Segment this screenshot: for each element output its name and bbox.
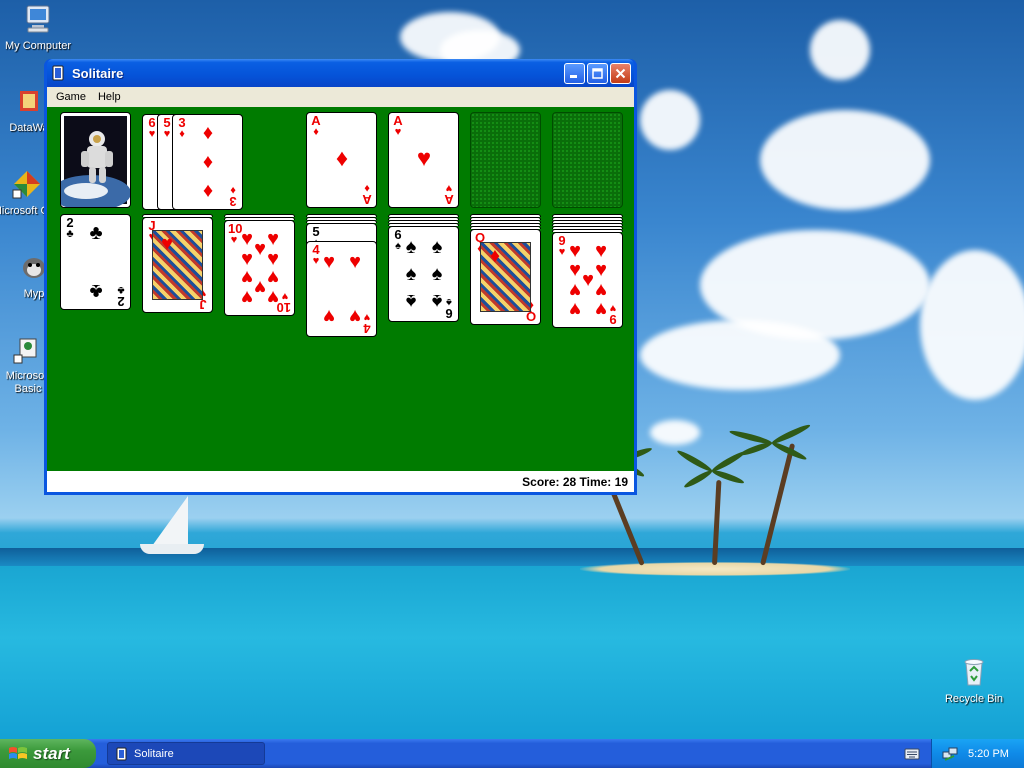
card-pip: ♥ <box>323 305 335 327</box>
card-pip: ♠ <box>431 263 443 285</box>
tableau-card[interactable]: J♥J♥♥ <box>142 217 213 313</box>
tableau-card[interactable]: Q♦Q♦♦ <box>470 229 541 325</box>
card-pip: ♥ <box>161 233 173 255</box>
taskbar-item-solitaire[interactable]: Solitaire <box>107 742 265 765</box>
solitaire-window[interactable]: Solitaire Game Help 6 ♥ 5 ♥ 3 ♦ 3 ♦ ♦ ♦ ♦ A ♦ A ♦ ♦ A ♥ A ♥… <box>44 59 637 495</box>
card-corner: 2 ♣ <box>64 216 76 240</box>
card-pip: ♥ <box>416 145 432 172</box>
card-suit: ♣ <box>117 284 125 296</box>
foundation-pile[interactable]: A ♥ A ♥ ♥ <box>388 112 459 208</box>
card-rank: A <box>444 192 454 207</box>
solitaire-app-icon <box>52 65 64 81</box>
network-icon[interactable] <box>942 746 958 762</box>
menu-game[interactable]: Game <box>50 87 92 107</box>
foundation-pile[interactable]: A ♦ A ♦ ♦ <box>306 112 377 208</box>
card-corner: A ♦ <box>310 114 322 138</box>
foundation-slot[interactable] <box>552 112 623 208</box>
card-pip: ♥ <box>267 286 279 308</box>
window-title: Solitaire <box>72 65 124 81</box>
title-bar[interactable]: Solitaire <box>47 59 634 87</box>
card-pip: ♥ <box>349 251 361 273</box>
card-corner: 2 ♣ <box>115 284 127 309</box>
card-rank: 2 <box>117 294 125 309</box>
card-pip: ♦ <box>335 145 349 172</box>
card-corner: 3 ♦ <box>227 184 239 209</box>
visual-basic-icon <box>13 338 37 364</box>
card-corner: A ♦ <box>361 182 373 207</box>
card-pip: ♠ <box>405 263 417 285</box>
minimize-button[interactable] <box>564 62 585 84</box>
card-suit: ♦ <box>313 126 319 138</box>
start-label: start <box>33 743 70 763</box>
computer-icon <box>26 5 50 33</box>
card-pip: ♥ <box>595 298 607 320</box>
solitaire-app-icon <box>116 747 127 760</box>
card-pip: ♠ <box>405 236 417 258</box>
game-table: 6♥5♥3♦3♦♦♦♦A♦A♦♦A♥A♥♥2♣2♣♣♣J♥J♥♥10♥10♥♥♥… <box>47 107 634 471</box>
card-corner: A ♥ <box>443 182 455 207</box>
card-pip: ♣ <box>89 280 103 302</box>
tableau-card[interactable]: 10 ♥ 10 ♥ ♥ ♥ ♥ ♥ ♥ ♥ ♥ ♥ ♥ ♥ <box>224 220 295 316</box>
start-button[interactable]: start <box>0 739 96 768</box>
card-pip: ♣ <box>89 222 103 244</box>
card-corner: 3 ♦ <box>176 116 188 140</box>
maximize-button[interactable] <box>587 62 608 84</box>
card-suit: ♥ <box>394 126 402 138</box>
tableau-card[interactable]: 6 ♠ 6 ♠ ♠ ♠ ♠ ♠ ♠ ♠ <box>388 226 459 322</box>
close-icon <box>615 68 626 78</box>
status-bar: Score: 28 Time: 19 <box>47 471 634 492</box>
visual-cpp-icon <box>12 171 40 199</box>
windows-logo-icon <box>9 746 27 759</box>
card-pip: ♠ <box>431 290 443 312</box>
card-corner: A ♥ <box>392 114 404 138</box>
desktop-icon-my-computer[interactable]: My Computer <box>1 3 75 53</box>
tableau-card[interactable]: 4 ♥ 4 ♥ ♥ ♥ ♥ ♥ <box>306 241 377 337</box>
card-pip: ♠ <box>431 236 443 258</box>
card-rank: A <box>362 192 372 207</box>
menu-bar: Game Help <box>47 87 634 107</box>
minimize-icon <box>570 74 577 78</box>
stock-pile[interactable] <box>60 112 131 208</box>
playing-card[interactable]: 3 ♦ 3 ♦ ♦ ♦ ♦ <box>172 114 243 210</box>
card-pip: ♦ <box>202 151 214 173</box>
card-suit: ♦ <box>179 128 185 140</box>
close-button[interactable] <box>610 62 631 84</box>
card-rank: 3 <box>229 194 237 209</box>
desktop-icon-label: Recycle Bin <box>944 693 1004 705</box>
taskbar: start Solitaire 5:20 PM <box>0 739 1024 768</box>
maximize-icon <box>592 67 603 79</box>
system-tray: 5:20 PM <box>931 739 1024 768</box>
astronaut-card-back <box>61 116 130 207</box>
score-time-readout: Score: 28 Time: 19 <box>522 475 628 489</box>
card-pip: ♦ <box>202 180 214 202</box>
card-pip: ♥ <box>595 240 607 262</box>
desktop-icon-recycle-bin[interactable]: Recycle Bin <box>937 656 1011 706</box>
taskbar-item-label: Solitaire <box>134 747 174 760</box>
card-pip: ♠ <box>405 290 417 312</box>
app-shortcut-icon <box>20 91 38 111</box>
card-pip: ♥ <box>569 298 581 320</box>
keyboard-icon[interactable] <box>904 747 920 761</box>
menu-help[interactable]: Help <box>92 87 127 107</box>
card-pip: ♦ <box>202 122 214 144</box>
foundation-slot[interactable] <box>470 112 541 208</box>
card-suit: ♣ <box>66 228 74 240</box>
card-pip: ♥ <box>569 240 581 262</box>
tableau-card[interactable]: 9 ♥ 9 ♥ ♥ ♥ ♥ ♥ ♥ ♥ ♥ ♥ ♥ <box>552 232 623 328</box>
recycle-bin-icon <box>964 659 984 686</box>
tableau-card[interactable]: 2 ♣ 2 ♣ ♣ ♣ <box>60 214 131 310</box>
card-pip: ♥ <box>241 286 253 308</box>
card-pip: ♥ <box>569 279 581 301</box>
card-pip: ♥ <box>323 251 335 273</box>
card-pip: ♦ <box>489 245 501 267</box>
card-pip: ♥ <box>349 305 361 327</box>
desktop-icon-label: My Computer <box>4 40 72 52</box>
card-pip: ♥ <box>595 279 607 301</box>
clock: 5:20 PM <box>968 747 1009 760</box>
